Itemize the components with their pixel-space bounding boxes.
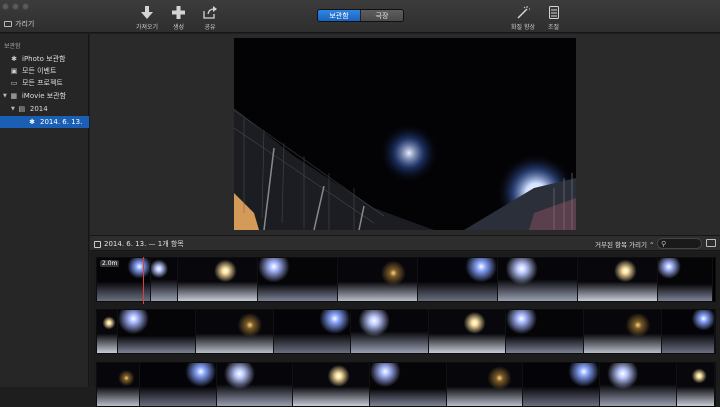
import-button[interactable]: 가져오기 bbox=[136, 5, 158, 31]
clip-thumbnail[interactable] bbox=[140, 363, 217, 406]
sidebar-icon bbox=[4, 21, 12, 27]
sidebar-item-all-projects[interactable]: ▭ 모든 프로젝트 bbox=[0, 77, 89, 89]
share-button[interactable]: 공유 bbox=[203, 5, 217, 31]
clip-thumbnail[interactable] bbox=[216, 363, 294, 406]
clip-thumbnail[interactable] bbox=[178, 258, 258, 301]
chevron-updown-icon: ⌃ bbox=[649, 241, 655, 249]
download-arrow-icon bbox=[141, 5, 154, 20]
browser-header: 2014. 6. 13. — 1개 항목 거부된 항목 가리기 ⌃ ⚲ bbox=[90, 235, 720, 251]
sidebar-item-iphoto-library[interactable]: ✱ iPhoto 보관함 bbox=[0, 53, 89, 65]
clip-thumbnail[interactable] bbox=[506, 310, 585, 353]
clip-thumbnail[interactable] bbox=[273, 310, 352, 353]
share-label: 공유 bbox=[204, 24, 216, 31]
imovie-window: 가리기 가져오기 생성 공유 보관함 극장 화질 향상 조절 보관함 ✱ iPh… bbox=[0, 0, 720, 407]
disclosure-triangle-icon[interactable]: ▼ bbox=[3, 93, 7, 99]
clip-thumbnail[interactable] bbox=[578, 258, 658, 301]
grid-icon: ▦ bbox=[10, 92, 18, 100]
tab-library[interactable]: 보관함 bbox=[318, 10, 360, 21]
project-icon: ▭ bbox=[10, 79, 18, 87]
clip-thumbnail[interactable] bbox=[599, 363, 677, 406]
magic-wand-icon bbox=[516, 5, 530, 20]
enhance-button[interactable]: 화질 향상 bbox=[511, 5, 535, 31]
disclosure-triangle-icon[interactable]: ▼ bbox=[11, 106, 15, 112]
sidebar-item-2014[interactable]: ▼ ▤ 2014 bbox=[0, 103, 89, 115]
filter-popup[interactable]: 거부된 항목 가리기 ⌃ bbox=[595, 239, 655, 249]
event-title: 2014. 6. 13. — 1개 항목 bbox=[94, 239, 184, 249]
filmstrip[interactable] bbox=[96, 257, 716, 302]
folder-icon: ▤ bbox=[18, 105, 26, 113]
sidebar-item-label: 모든 이벤트 bbox=[22, 67, 57, 75]
star-icon: ✱ bbox=[29, 118, 35, 126]
clip-thumbnail[interactable] bbox=[428, 310, 507, 353]
enhance-label: 화질 향상 bbox=[511, 24, 535, 31]
adjust-icon bbox=[548, 5, 559, 20]
clip-thumbnail[interactable] bbox=[370, 363, 447, 406]
event-title-label: 2014. 6. 13. — 1개 항목 bbox=[104, 240, 184, 248]
search-input[interactable]: ⚲ bbox=[657, 238, 702, 249]
search-icon: ⚲ bbox=[661, 240, 667, 248]
minimize-window-button[interactable] bbox=[12, 3, 19, 10]
clip-thumbnail[interactable] bbox=[97, 363, 141, 406]
sidebar-item-label: 모든 프로젝트 bbox=[22, 79, 63, 87]
library-toggle-button[interactable]: 가리기 bbox=[4, 19, 34, 29]
tab-theater[interactable]: 극장 bbox=[360, 10, 403, 21]
sidebar-header: 보관함 bbox=[4, 43, 21, 50]
clip-thumbnail[interactable] bbox=[151, 258, 178, 301]
clip-thumbnail[interactable] bbox=[676, 363, 715, 406]
sidebar-item-label: iMovie 보관함 bbox=[21, 92, 67, 100]
library-toggle-label: 가리기 bbox=[15, 20, 35, 28]
clip-thumbnail[interactable] bbox=[258, 258, 338, 301]
filmstrip[interactable] bbox=[96, 309, 716, 354]
sidebar-item-event-2014-6-13[interactable]: ✱ 2014. 6. 13. bbox=[0, 116, 89, 128]
clip-thumbnail[interactable] bbox=[446, 363, 524, 406]
zoom-window-button[interactable] bbox=[22, 3, 29, 10]
clip-thumbnail[interactable] bbox=[293, 363, 371, 406]
sidebar-item-label: 2014. 6. 13. bbox=[40, 118, 83, 126]
clip-duration-badge: 2.0m bbox=[100, 260, 120, 267]
video-viewer[interactable] bbox=[234, 38, 576, 230]
adjust-label: 조절 bbox=[548, 24, 560, 31]
clip-thumbnail[interactable] bbox=[195, 310, 274, 353]
view-switcher: 보관함 극장 bbox=[317, 9, 404, 22]
plus-icon bbox=[172, 5, 185, 20]
create-button[interactable]: 생성 bbox=[172, 5, 185, 31]
filter-label: 거부된 항목 가리기 bbox=[595, 241, 647, 249]
clip-browser: 2.0m bbox=[90, 252, 720, 407]
sidebar: 보관함 ✱ iPhoto 보관함 ▣ 모든 이벤트 ▭ 모든 프로젝트 ▼ ▦ … bbox=[0, 34, 89, 387]
clip-thumbnail[interactable] bbox=[118, 310, 196, 353]
close-window-button[interactable] bbox=[2, 3, 9, 10]
clip-thumbnail[interactable] bbox=[418, 258, 498, 301]
clip-thumbnail[interactable] bbox=[97, 310, 119, 353]
toolbar: 가리기 가져오기 생성 공유 보관함 극장 화질 향상 조절 bbox=[0, 0, 720, 33]
skimmer-playhead bbox=[143, 257, 144, 304]
clip-thumbnail[interactable] bbox=[584, 310, 662, 353]
clip-thumbnail[interactable] bbox=[351, 310, 429, 353]
sidebar-item-all-events[interactable]: ▣ 모든 이벤트 bbox=[0, 65, 89, 77]
filmstrip[interactable] bbox=[96, 362, 716, 407]
clip-thumbnail[interactable] bbox=[338, 258, 418, 301]
adjust-button[interactable]: 조절 bbox=[548, 5, 559, 31]
sidebar-item-imovie-library[interactable]: ▼ ▦ iMovie 보관함 bbox=[0, 90, 89, 102]
film-icon: ▣ bbox=[10, 67, 18, 75]
sidebar-item-label: 2014 bbox=[29, 105, 48, 113]
create-label: 생성 bbox=[172, 24, 185, 31]
video-frame bbox=[234, 38, 576, 230]
sidebar-item-label: iPhoto 보관함 bbox=[22, 55, 66, 63]
clip-thumbnail[interactable] bbox=[661, 310, 715, 353]
clip-thumbnail[interactable] bbox=[523, 363, 600, 406]
import-label: 가져오기 bbox=[136, 24, 159, 31]
star-icon: ✱ bbox=[11, 55, 17, 63]
clip-thumbnail[interactable] bbox=[498, 258, 578, 301]
share-icon bbox=[203, 5, 217, 20]
clip-appearance-icon[interactable] bbox=[706, 239, 716, 247]
event-icon bbox=[94, 240, 101, 248]
clip-thumbnail[interactable] bbox=[658, 258, 713, 301]
